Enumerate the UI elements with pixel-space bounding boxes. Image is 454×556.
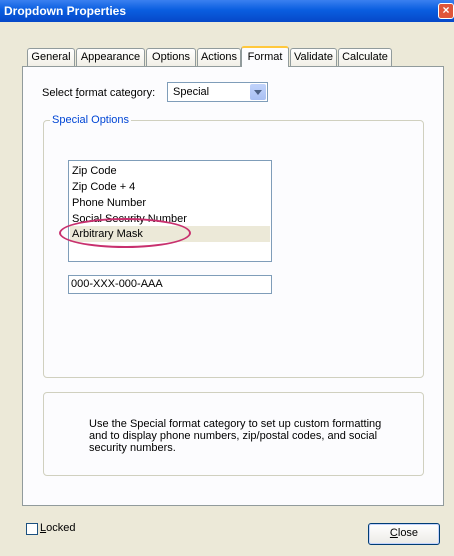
- list-item-zip-code[interactable]: Zip Code: [72, 163, 117, 179]
- special-options-title: Special Options: [50, 114, 132, 126]
- close-icon[interactable]: ×: [438, 3, 454, 19]
- info-text: Use the Special format category to set u…: [89, 418, 382, 454]
- dialog-window: Dropdown Properties × General Appearance…: [0, 0, 454, 556]
- highlight-ellipse: [59, 218, 191, 248]
- format-category-select[interactable]: Special: [167, 82, 268, 102]
- tab-format[interactable]: Format: [241, 46, 289, 67]
- chevron-down-icon[interactable]: [250, 84, 266, 100]
- close-button[interactable]: Close: [368, 523, 440, 545]
- locked-checkbox[interactable]: [26, 523, 38, 535]
- window-title: Dropdown Properties: [4, 4, 127, 18]
- list-item-phone-number[interactable]: Phone Number: [72, 195, 146, 211]
- tab-options[interactable]: Options: [146, 48, 196, 66]
- tab-appearance[interactable]: Appearance: [76, 48, 145, 66]
- arbitrary-mask-input[interactable]: 000-XXX-000-AAA: [68, 275, 272, 294]
- tab-calculate[interactable]: Calculate: [338, 48, 392, 66]
- format-category-value: Special: [173, 86, 210, 98]
- list-item-zip-code-plus-4[interactable]: Zip Code + 4: [72, 179, 135, 195]
- tab-actions[interactable]: Actions: [197, 48, 241, 66]
- format-category-label: Select format category:: [42, 87, 156, 99]
- tab-validate[interactable]: Validate: [290, 48, 337, 66]
- tab-general[interactable]: General: [27, 48, 75, 66]
- title-bar[interactable]: Dropdown Properties ×: [0, 0, 454, 22]
- locked-label[interactable]: Locked: [40, 522, 75, 534]
